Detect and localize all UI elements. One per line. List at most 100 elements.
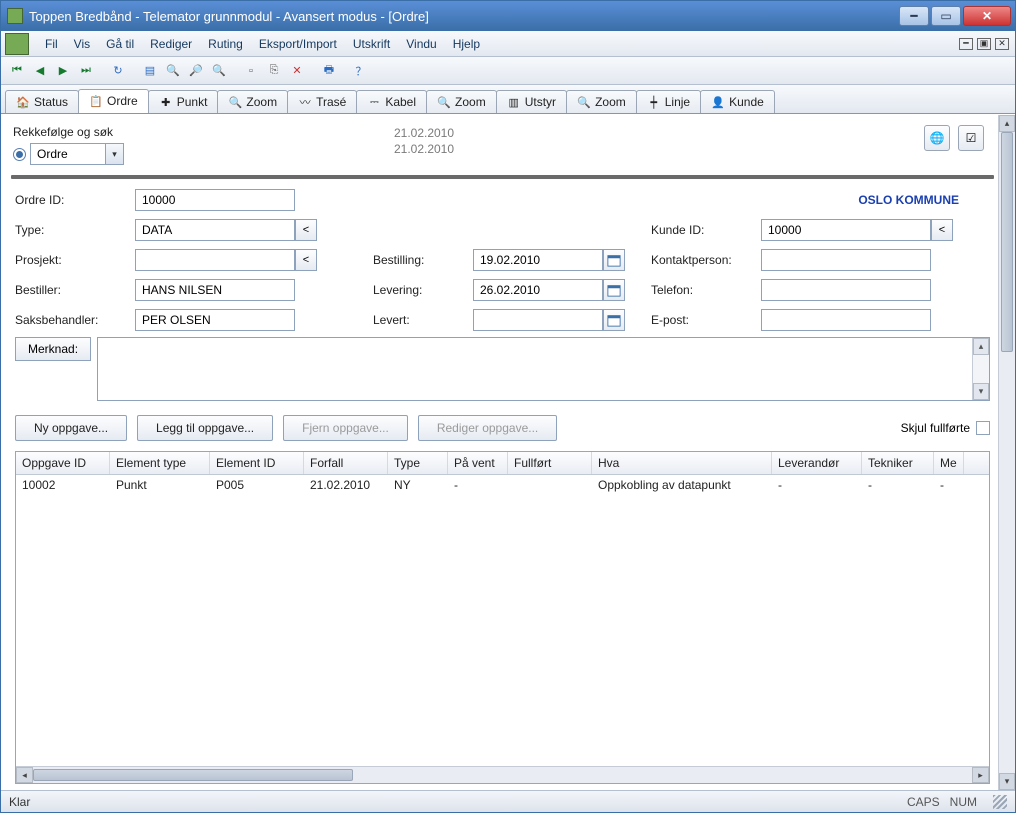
legg-til-oppgave-button[interactable]: Legg til oppgave... bbox=[137, 415, 273, 441]
globe-button[interactable]: 🌐 bbox=[924, 125, 950, 151]
app-menu-icon[interactable] bbox=[5, 33, 29, 55]
table-row[interactable]: 10002PunktP00521.02.2010NY-Oppkobling av… bbox=[16, 475, 989, 495]
scroll-left-icon[interactable]: ◂ bbox=[16, 767, 33, 783]
ny-oppgave-button[interactable]: Ny oppgave... bbox=[15, 415, 127, 441]
tab-kunde[interactable]: 👤Kunde bbox=[700, 90, 775, 113]
column-header[interactable]: På vent bbox=[448, 452, 508, 474]
tab-punkt[interactable]: ✚Punkt bbox=[148, 90, 219, 113]
column-header[interactable]: Tekniker bbox=[862, 452, 934, 474]
tab-ordre[interactable]: 📋Ordre bbox=[78, 89, 149, 113]
refresh-icon[interactable]: ↻ bbox=[108, 61, 128, 81]
scroll-up-icon[interactable]: ▴ bbox=[999, 115, 1015, 132]
help-icon[interactable]: ？ bbox=[351, 61, 371, 81]
fjern-oppgave-button[interactable]: Fjern oppgave... bbox=[283, 415, 408, 441]
nav-last-icon[interactable]: ⏭ bbox=[76, 61, 96, 81]
bestilling-calendar-icon[interactable] bbox=[603, 249, 625, 271]
table-cell: Punkt bbox=[110, 475, 210, 495]
bestilling-input[interactable] bbox=[473, 249, 603, 271]
merknad-textarea[interactable]: ▴▾ bbox=[97, 337, 990, 401]
delete-icon[interactable]: ✕ bbox=[287, 61, 307, 81]
tab-kabel[interactable]: ⎓Kabel bbox=[356, 90, 427, 113]
column-header[interactable]: Forfall bbox=[304, 452, 388, 474]
nav-prev-icon[interactable]: ◀ bbox=[30, 61, 50, 81]
bestiller-input[interactable] bbox=[135, 279, 295, 301]
new-icon[interactable]: ▫ bbox=[241, 61, 261, 81]
table-cell: 21.02.2010 bbox=[304, 475, 388, 495]
scroll-thumb[interactable] bbox=[33, 769, 353, 781]
window-title: Toppen Bredbånd - Telemator grunnmodul -… bbox=[29, 9, 897, 24]
column-header[interactable]: Me bbox=[934, 452, 964, 474]
scroll-down-icon[interactable]: ▾ bbox=[999, 773, 1015, 790]
column-header[interactable]: Element ID bbox=[210, 452, 304, 474]
check-button[interactable]: ☑ bbox=[958, 125, 984, 151]
menu-fil[interactable]: Fil bbox=[37, 34, 66, 54]
tab-zoom[interactable]: 🔍Zoom bbox=[566, 90, 637, 113]
type-picker-button[interactable]: < bbox=[295, 219, 317, 241]
tree-icon[interactable]: ▤ bbox=[140, 61, 160, 81]
menu-hjelp[interactable]: Hjelp bbox=[445, 34, 488, 54]
column-header[interactable]: Fullført bbox=[508, 452, 592, 474]
menu-gatil[interactable]: Gå til bbox=[98, 34, 142, 54]
sort-combo-input[interactable] bbox=[31, 145, 105, 163]
levering-calendar-icon[interactable] bbox=[603, 279, 625, 301]
kontakt-input[interactable] bbox=[761, 249, 931, 271]
tab-utstyr[interactable]: ▥Utstyr bbox=[496, 90, 567, 113]
scroll-right-icon[interactable]: ▸ bbox=[972, 767, 989, 783]
mdi-minimize-icon[interactable]: ━ bbox=[959, 38, 973, 50]
levert-calendar-icon[interactable] bbox=[603, 309, 625, 331]
levering-input[interactable] bbox=[473, 279, 603, 301]
rediger-oppgave-button[interactable]: Rediger oppgave... bbox=[418, 415, 557, 441]
menu-utskrift[interactable]: Utskrift bbox=[345, 34, 398, 54]
column-header[interactable]: Element type bbox=[110, 452, 210, 474]
merknad-scroll-down-icon[interactable]: ▾ bbox=[973, 383, 989, 400]
minimize-button[interactable]: ━ bbox=[899, 6, 929, 26]
kundeid-picker-button[interactable]: < bbox=[931, 219, 953, 241]
tab-trasé[interactable]: 〰Trasé bbox=[287, 90, 357, 113]
tab-status[interactable]: 🏠Status bbox=[5, 90, 79, 113]
prosjekt-picker-button[interactable]: < bbox=[295, 249, 317, 271]
saksbehandler-input[interactable] bbox=[135, 309, 295, 331]
menu-vindu[interactable]: Vindu bbox=[398, 34, 444, 54]
close-button[interactable]: ✕ bbox=[963, 6, 1011, 26]
column-header[interactable]: Leverandør bbox=[772, 452, 862, 474]
levert-input[interactable] bbox=[473, 309, 603, 331]
column-header[interactable]: Oppgave ID bbox=[16, 452, 110, 474]
zoom-in-icon[interactable]: 🔍 bbox=[163, 61, 183, 81]
nav-next-icon[interactable]: ▶ bbox=[53, 61, 73, 81]
chevron-down-icon[interactable]: ▾ bbox=[105, 144, 123, 164]
column-header[interactable]: Hva bbox=[592, 452, 772, 474]
mdi-close-icon[interactable]: ✕ bbox=[995, 38, 1009, 50]
print-icon[interactable]: 🖶 bbox=[319, 61, 339, 81]
resize-grip-icon[interactable] bbox=[993, 795, 1007, 809]
ordreid-input[interactable] bbox=[135, 189, 295, 211]
maximize-button[interactable]: ▭ bbox=[931, 6, 961, 26]
column-header[interactable]: Type bbox=[388, 452, 448, 474]
tab-linje[interactable]: ┿Linje bbox=[636, 90, 701, 113]
telefon-input[interactable] bbox=[761, 279, 931, 301]
nav-first-icon[interactable]: ⏮ bbox=[7, 61, 27, 81]
menu-ruting[interactable]: Ruting bbox=[200, 34, 251, 54]
menu-rediger[interactable]: Rediger bbox=[142, 34, 200, 54]
kundeid-input[interactable] bbox=[761, 219, 931, 241]
copy-icon[interactable]: ⎘ bbox=[264, 61, 284, 81]
prosjekt-input[interactable] bbox=[135, 249, 295, 271]
merknad-button[interactable]: Merknad: bbox=[15, 337, 91, 361]
menu-vis[interactable]: Vis bbox=[66, 34, 98, 54]
skjul-checkbox[interactable] bbox=[976, 421, 990, 435]
v-scroll-thumb[interactable] bbox=[1001, 132, 1013, 352]
menu-eksport[interactable]: Eksport/Import bbox=[251, 34, 345, 54]
merknad-scroll-up-icon[interactable]: ▴ bbox=[973, 338, 989, 355]
table-h-scrollbar[interactable]: ◂ ▸ bbox=[16, 766, 989, 783]
epost-input[interactable] bbox=[761, 309, 931, 331]
tab-zoom[interactable]: 🔍Zoom bbox=[217, 90, 288, 113]
titlebar: Toppen Bredbånd - Telemator grunnmodul -… bbox=[1, 1, 1015, 31]
content-v-scrollbar[interactable]: ▴ ▾ bbox=[998, 115, 1015, 790]
sort-radio[interactable] bbox=[13, 148, 26, 161]
sort-combo[interactable]: ▾ bbox=[30, 143, 124, 165]
mdi-restore-icon[interactable]: ▣ bbox=[977, 38, 991, 50]
zoom-out-icon[interactable]: 🔎 bbox=[186, 61, 206, 81]
zoom-icon[interactable]: 🔍 bbox=[209, 61, 229, 81]
tab-zoom[interactable]: 🔍Zoom bbox=[426, 90, 497, 113]
toolbar: ⏮ ◀ ▶ ⏭ ↻ ▤ 🔍 🔎 🔍 ▫ ⎘ ✕ 🖶 ？ bbox=[1, 57, 1015, 85]
type-input[interactable] bbox=[135, 219, 295, 241]
